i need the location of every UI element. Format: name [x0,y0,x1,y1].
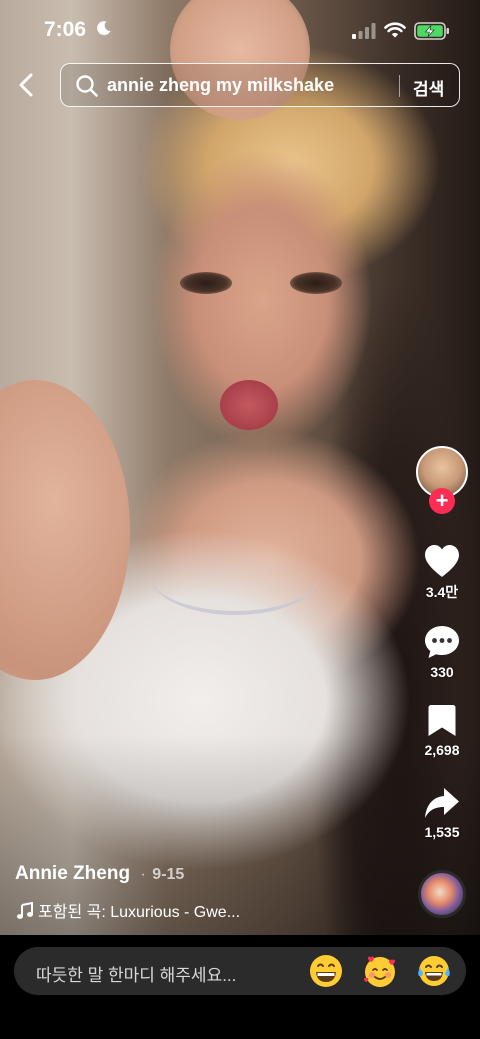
comment-count: 330 [430,664,454,680]
battery-charging-icon [414,22,449,40]
comment-bubble-icon [425,626,459,658]
creator-avatar-group: + [416,446,468,514]
post-date: 9-15 [152,866,185,883]
video-content [150,535,320,615]
comment-placeholder: 따듯한 말 한마디 해주세요... [36,966,237,985]
smiling-hearts-emoji-icon[interactable] [362,953,398,989]
comment-button[interactable]: 330 [410,624,474,680]
share-arrow-icon [425,788,459,818]
search-query[interactable]: annie zheng my milkshake [107,75,334,96]
save-button[interactable]: 2,698 [410,704,474,758]
video-content [180,272,232,294]
moon-icon [97,21,111,36]
music-link[interactable]: 포함된 곡: Luxurious - Gwe... [16,898,240,922]
separator-dot: · [140,866,146,883]
share-button[interactable]: 1,535 [410,786,474,840]
search-icon [76,75,98,97]
bookmark-icon [428,705,456,736]
author-name[interactable]: Annie Zheng [15,863,130,884]
wifi-icon [384,22,406,38]
video-player[interactable] [0,0,480,935]
music-disc-button[interactable] [418,870,466,918]
tears-of-joy-emoji-icon[interactable] [416,953,452,989]
grinning-emoji-icon[interactable] [308,953,344,989]
cellular-signal-icon [352,23,376,39]
search-input[interactable]: annie zheng my milkshake 검색 [60,63,460,107]
like-count: 3.4만 [425,584,459,600]
status-time: 7:06 [44,18,87,41]
music-title: 포함된 곡: Luxurious - Gwe... [38,904,241,921]
share-count: 1,535 [424,824,460,840]
comment-bar: 따듯한 말 한마디 해주세요... [0,935,480,1039]
follow-button[interactable]: + [429,488,455,514]
caption-author-row: Annie Zheng · 9-15 [15,863,184,885]
comment-input[interactable]: 따듯한 말 한마디 해주세요... [14,947,466,995]
save-count: 2,698 [424,742,460,758]
video-content [0,380,130,680]
heart-icon [425,545,459,577]
search-divider [399,75,400,97]
music-note-icon [17,902,33,919]
status-bar: 7:06 [0,0,480,58]
video-content [290,272,342,294]
like-button[interactable]: 3.4만 [410,544,474,602]
video-content [220,380,278,430]
back-button[interactable] [12,70,42,100]
search-button[interactable]: 검색 [413,75,444,100]
